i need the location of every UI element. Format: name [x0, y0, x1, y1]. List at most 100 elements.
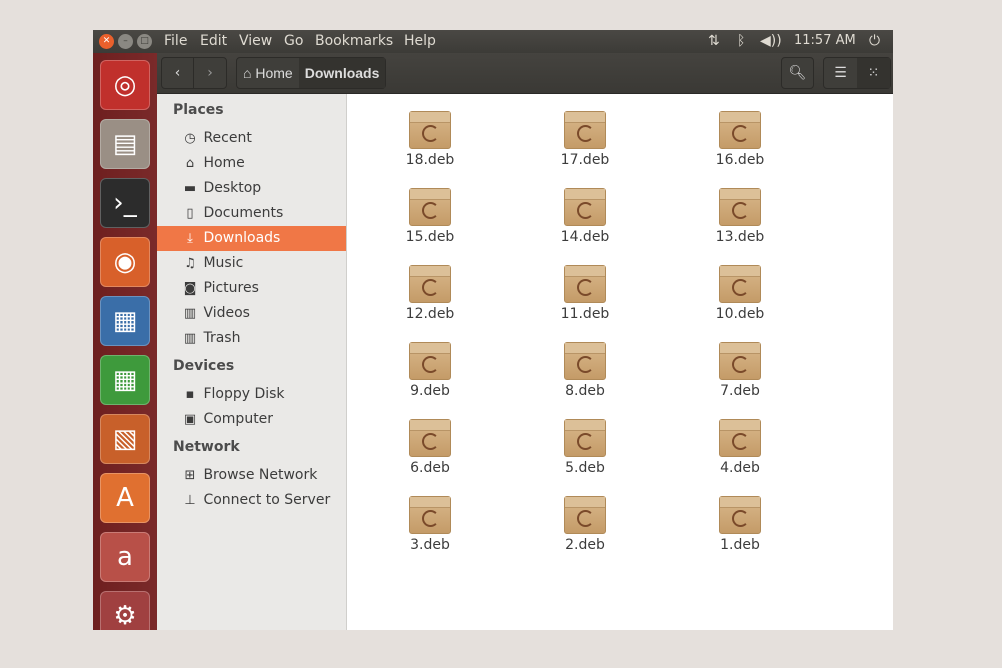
file-item[interactable]: 8.deb — [535, 342, 635, 399]
minimize-button[interactable]: – — [118, 34, 133, 49]
sidebar-item-recent[interactable]: ◷ Recent — [157, 126, 346, 151]
launcher-amazon[interactable]: a — [100, 532, 150, 582]
sidebar-item-music[interactable]: ♫ Music — [157, 251, 346, 276]
software-center-icon: A — [116, 483, 134, 513]
menu-view[interactable]: View — [239, 33, 272, 49]
file-view: 18.deb 17.deb 16.deb 15.deb 14.deb 13.deb 12.d… — [347, 94, 893, 630]
download-icon: ⤓ — [187, 231, 193, 246]
launcher-system-settings[interactable]: ⚙ — [100, 591, 150, 630]
camera-icon: ◙ — [183, 281, 197, 296]
launcher-files[interactable]: ▤ — [100, 119, 150, 169]
document-icon: ▯ — [186, 206, 194, 221]
file-item[interactable]: 18.deb — [380, 111, 480, 168]
breadcrumb-downloads[interactable]: Downloads — [298, 58, 386, 88]
launcher-ubuntu-dash[interactable]: ◎ — [100, 60, 150, 110]
file-name: 6.deb — [410, 460, 450, 476]
menu-file[interactable]: File — [164, 33, 187, 49]
close-button[interactable]: ✕ — [99, 34, 114, 49]
file-item[interactable]: 11.deb — [535, 265, 635, 322]
file-name: 2.deb — [565, 537, 605, 553]
file-name: 13.deb — [715, 229, 765, 245]
forward-button[interactable]: › — [194, 58, 226, 88]
file-item[interactable]: 7.deb — [690, 342, 790, 399]
file-item[interactable]: 16.deb — [690, 111, 790, 168]
list-view-button[interactable]: ☰ — [824, 58, 857, 88]
menu-go[interactable]: Go — [284, 33, 303, 49]
file-item[interactable]: 12.deb — [380, 265, 480, 322]
launcher-firefox[interactable]: ◉ — [100, 237, 150, 287]
file-name: 5.deb — [565, 460, 605, 476]
deb-package-icon — [719, 188, 761, 226]
deb-package-icon — [564, 265, 606, 303]
launcher-software-center[interactable]: A — [100, 473, 150, 523]
sidebar-item-floppy-disk[interactable]: ▪ Floppy Disk — [157, 382, 346, 407]
launcher-libreoffice-writer[interactable]: ▦ — [100, 296, 150, 346]
deb-package-icon — [719, 419, 761, 457]
sidebar-item-pictures[interactable]: ◙ Pictures — [157, 276, 346, 301]
file-name: 14.deb — [560, 229, 610, 245]
back-button[interactable]: ‹ — [162, 58, 195, 88]
file-name: 17.deb — [560, 152, 610, 168]
file-item[interactable]: 1.deb — [690, 496, 790, 553]
sidebar-item-trash[interactable]: ▥ Trash — [157, 326, 346, 351]
file-item[interactable]: 14.deb — [535, 188, 635, 245]
deb-package-icon — [564, 188, 606, 226]
sidebar-item-videos[interactable]: ▥ Videos — [157, 301, 346, 326]
file-item[interactable]: 6.deb — [380, 419, 480, 476]
home-icon: ⌂ — [185, 156, 195, 171]
sidebar-item-downloads[interactable]: ⤓ Downloads — [157, 226, 346, 251]
menu-help[interactable]: Help — [404, 33, 436, 49]
power-icon[interactable]: ⏻ — [869, 33, 880, 49]
file-name: 4.deb — [720, 460, 760, 476]
sidebar: Places ◷ Recent ⌂ Home ▬ Desktop ▯ Documents… — [157, 94, 347, 630]
file-item[interactable]: 3.deb — [380, 496, 480, 553]
breadcrumb-home[interactable]: ⌂ Home — [237, 58, 299, 88]
clock[interactable]: 11:57 AM — [794, 33, 856, 48]
launcher-terminal[interactable]: ›_ — [100, 178, 150, 228]
bluetooth-icon[interactable]: ᛒ — [737, 33, 745, 49]
floppy-icon: ▪ — [185, 387, 195, 402]
sidebar-item-browse-network[interactable]: ⊞ Browse Network — [157, 463, 346, 488]
file-item[interactable]: 5.deb — [535, 419, 635, 476]
libreoffice-impress-icon: ▧ — [112, 424, 138, 454]
sidebar-item-connect-to-server[interactable]: ⊥ Connect to Server — [157, 488, 346, 513]
sidebar-item-documents[interactable]: ▯ Documents — [157, 201, 346, 226]
firefox-icon: ◉ — [113, 247, 137, 277]
launcher-libreoffice-calc[interactable]: ▦ — [100, 355, 150, 405]
trash-icon: ▥ — [183, 331, 197, 346]
volume-icon[interactable]: ◀)) — [760, 33, 782, 49]
network-icon: ⊞ — [184, 468, 196, 483]
file-item[interactable]: 17.deb — [535, 111, 635, 168]
search-button[interactable]: 🔍︎ — [781, 57, 814, 89]
menu-edit[interactable]: Edit — [200, 33, 227, 49]
grid-view-button[interactable]: ⁙ — [857, 58, 890, 88]
deb-package-icon — [564, 111, 606, 149]
sidebar-heading-devices: Devices — [173, 358, 235, 374]
menu-bookmarks[interactable]: Bookmarks — [315, 33, 393, 49]
grid-icon: ⁙ — [867, 65, 880, 81]
sidebar-item-desktop[interactable]: ▬ Desktop — [157, 176, 346, 201]
deb-package-icon — [564, 342, 606, 380]
file-item[interactable]: 10.deb — [690, 265, 790, 322]
search-icon: 🔍︎ — [788, 65, 807, 81]
deb-package-icon — [409, 496, 451, 534]
file-item[interactable]: 9.deb — [380, 342, 480, 399]
file-item[interactable]: 13.deb — [690, 188, 790, 245]
network-indicator-icon[interactable]: ⇅ — [708, 33, 720, 49]
sidebar-item-home[interactable]: ⌂ Home — [157, 151, 346, 176]
deb-package-icon — [409, 188, 451, 226]
sidebar-heading-network: Network — [173, 439, 240, 455]
launcher-libreoffice-impress[interactable]: ▧ — [100, 414, 150, 464]
deb-package-icon — [719, 342, 761, 380]
files-icon: ▤ — [112, 129, 138, 159]
file-item[interactable]: 15.deb — [380, 188, 480, 245]
file-manager-window: ✕ – □ File Edit View Go Bookmarks Help ⇅… — [93, 30, 893, 630]
film-icon: ▥ — [183, 306, 197, 321]
libreoffice-writer-icon: ▦ — [112, 306, 138, 336]
maximize-button[interactable]: □ — [137, 34, 152, 49]
sidebar-item-computer[interactable]: ▣ Computer — [157, 407, 346, 432]
file-item[interactable]: 2.deb — [535, 496, 635, 553]
file-item[interactable]: 4.deb — [690, 419, 790, 476]
file-name: 10.deb — [715, 306, 765, 322]
deb-package-icon — [564, 419, 606, 457]
